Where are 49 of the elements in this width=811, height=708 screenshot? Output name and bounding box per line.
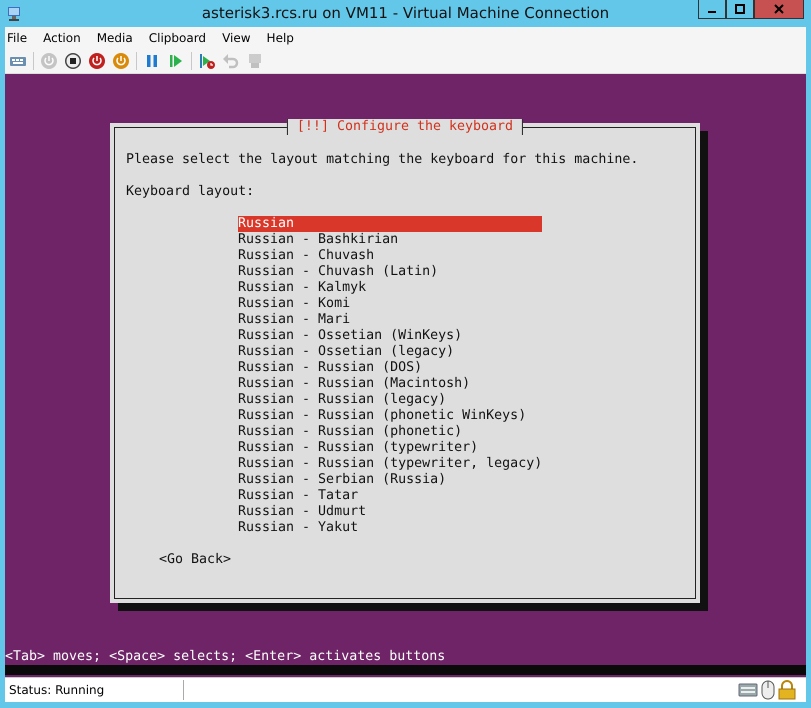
power-icon [112,52,130,70]
list-label: Keyboard layout: [126,184,256,200]
layout-option[interactable]: Russian - Russian (legacy) [238,392,542,408]
power-icon [88,52,106,70]
maximize-button[interactable] [726,0,754,19]
menu-item[interactable]: View [214,30,259,44]
close-icon [774,4,784,14]
window-title: asterisk3.rcs.ru on VM11 - Virtual Machine Connection [200,4,610,22]
layout-option[interactable]: Russian - Serbian (Russia) [238,472,542,488]
layout-option[interactable]: Russian - Chuvash [238,248,542,264]
power-icon [40,52,58,70]
checkpoint-icon [198,52,216,70]
layout-option[interactable]: Russian - Russian (typewriter) [238,440,542,456]
layout-option[interactable]: Russian - Bashkirian [238,232,542,248]
menu-item[interactable]: Clipboard [140,30,214,44]
menu-item[interactable]: Media [88,30,141,44]
keyboard-icon [738,682,758,698]
menu-item[interactable]: Help [258,30,302,44]
lock-icon [778,680,796,700]
layout-option[interactable]: Russian - Mari [238,312,542,328]
menu-item[interactable]: File [5,30,36,44]
layout-option[interactable]: Russian - Ossetian (legacy) [238,344,542,360]
mouse-icon [761,680,775,700]
layout-option[interactable]: Russian - Russian (phonetic WinKeys) [238,408,542,424]
help-line: <Tab> moves; <Space> selects; <Enter> activates buttons [5,649,446,665]
undo-icon [222,52,240,70]
minimize-button[interactable] [698,0,726,19]
layout-option[interactable]: Russian - Russian (Macintosh) [238,376,542,392]
layout-option[interactable]: Russian - Chuvash (Latin) [238,264,542,280]
prompt-text: Please select the layout matching the keyboard for this machine. [126,152,640,168]
close-button[interactable] [754,0,804,19]
status-text: Status: Running [8,683,106,697]
dialog-title: [!!] Configure the keyboard [286,119,524,135]
layout-option[interactable]: Russian [238,216,542,232]
layout-option[interactable]: Russian - Udmurt [238,504,542,520]
layout-option[interactable]: Russian - Ossetian (WinKeys) [238,328,542,344]
menu-item[interactable]: Action [35,30,89,44]
layout-option[interactable]: Russian - Russian (DOS) [238,360,542,376]
layout-option[interactable]: Russian - Tatar [238,488,542,504]
maximize-icon [735,4,745,14]
monitor-icon [246,52,264,70]
layout-option[interactable]: Russian - Komi [238,296,542,312]
layout-option[interactable]: Russian - Russian (phonetic) [238,424,542,440]
layout-option[interactable]: Russian - Russian (typewriter, legacy) [238,456,542,472]
stop-icon [64,52,82,70]
layout-option[interactable]: Russian - Yakut [238,520,542,536]
layout-option[interactable]: Russian - Kalmyk [238,280,542,296]
minimize-icon [708,11,716,13]
go-back-button[interactable]: <Go Back> [159,552,232,568]
